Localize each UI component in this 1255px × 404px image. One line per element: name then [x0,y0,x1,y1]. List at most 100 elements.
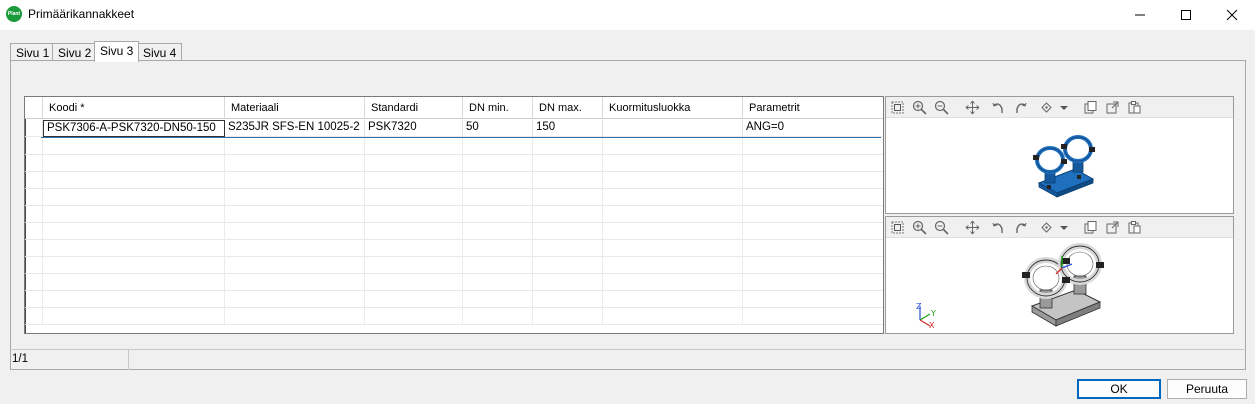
column-header-dn-min[interactable]: DN min. [463,97,533,119]
zoom-extents-button[interactable] [889,219,906,236]
empty-row[interactable] [25,291,883,308]
viewer-preview[interactable]: Z Y X [885,216,1234,334]
table-row[interactable]: PSK7306-A-PSK7320-DN50-150 S235JR SFS-EN… [25,120,883,137]
grid-column-line [462,189,463,206]
grid-column-line [742,257,743,274]
empty-row[interactable] [25,206,883,223]
export-button[interactable] [1104,99,1121,116]
column-header-materiaali[interactable]: Materiaali [225,97,365,119]
grid-column-line [42,223,43,240]
cell-standardi[interactable]: PSK7320 [365,120,463,137]
paste-button[interactable] [1126,219,1143,236]
grid-column-line [224,223,225,240]
cell-parametrit[interactable]: ANG=0 [743,120,883,137]
viewer-scene-preview[interactable]: Z Y X [886,238,1233,333]
grid-column-line [224,291,225,308]
rotate-left-button[interactable] [990,99,1007,116]
grid-column-line [42,155,43,172]
cell-koodi[interactable]: PSK7306-A-PSK7320-DN50-150 [43,120,225,137]
empty-row[interactable] [25,155,883,172]
paste-icon [1128,221,1141,234]
rotate-left-icon [992,102,1003,113]
grid-column-line [742,206,743,223]
grid-column-line [602,291,603,308]
empty-row[interactable] [25,274,883,291]
tab-sivu-3[interactable]: Sivu 3 [94,41,140,62]
minimize-button[interactable] [1117,0,1163,30]
view-mode-dropdown[interactable] [1055,219,1072,236]
cell-dn-max[interactable]: 150 [533,120,603,137]
tab-sivu-4[interactable]: Sivu 4 [137,43,183,61]
view-mode-icon [1041,222,1052,233]
zoom-in-button[interactable] [911,219,928,236]
grid-column-line [742,172,743,189]
tab-sivu-1[interactable]: Sivu 1 [10,43,56,61]
paste-button[interactable] [1126,99,1143,116]
column-header-parametrit[interactable]: Parametrit [743,97,883,119]
rotate-left-button[interactable] [990,219,1007,236]
app-logo-icon: Plant [6,6,22,22]
viewer-selected[interactable] [885,96,1234,214]
zoom-out-button[interactable] [933,219,950,236]
grid-column-line [742,189,743,206]
cell-dn-min[interactable]: 50 [463,120,533,137]
rotate-right-icon [1016,102,1027,113]
pan-button[interactable] [964,219,981,236]
pipe-support-gray-model: Z Y X [916,243,1104,330]
grid-column-line [532,308,533,325]
grid-column-line [602,257,603,274]
rotate-right-button[interactable] [1012,219,1029,236]
row-header[interactable] [25,120,43,137]
empty-row[interactable] [25,257,883,274]
column-header-kuormitusluokka[interactable]: Kuormitusluokka [603,97,743,119]
window-title: Primäärikannakkeet [28,7,135,21]
rotate-right-button[interactable] [1012,99,1029,116]
zoom-out-button[interactable] [933,99,950,116]
column-header-dn-max[interactable]: DN max. [533,97,603,119]
grid-column-line [462,308,463,325]
empty-row[interactable] [25,308,883,325]
grid-column-line [42,189,43,206]
cancel-button[interactable]: Peruuta [1167,379,1247,399]
empty-row[interactable] [25,240,883,257]
zoom-extents-button[interactable] [889,99,906,116]
cell-materiaali[interactable]: S235JR SFS-EN 10025-2 [225,120,365,137]
grid-column-line [462,155,463,172]
rotate-left-icon [992,222,1003,233]
view-mode-dropdown[interactable] [1055,99,1072,116]
zoom-in-button[interactable] [911,99,928,116]
grid-column-line [532,206,533,223]
grid-column-line [224,240,225,257]
zoom-in-icon [912,100,927,115]
empty-row[interactable] [25,189,883,206]
export-icon [1106,101,1119,114]
maximize-button[interactable] [1163,0,1209,30]
grid-column-line [364,291,365,308]
close-icon [1226,9,1238,21]
ok-button[interactable]: OK [1077,379,1161,399]
grid-column-line [364,172,365,189]
copy-button[interactable] [1082,219,1099,236]
svg-text:Y: Y [930,309,936,318]
grid-column-line [532,257,533,274]
cell-kuormitusluokka[interactable] [603,120,743,137]
column-header-koodi[interactable]: Koodi * [43,97,225,119]
tab-sivu-2[interactable]: Sivu 2 [52,43,98,61]
export-button[interactable] [1104,219,1121,236]
grid-column-line [532,291,533,308]
viewer-scene-selected[interactable] [886,118,1233,213]
grid-column-line [462,172,463,189]
column-header-standardi[interactable]: Standardi [365,97,463,119]
data-grid[interactable]: Koodi * Materiaali Standardi DN min. DN … [24,96,884,334]
empty-row[interactable] [25,138,883,155]
grid-column-line [42,172,43,189]
copy-icon [1084,221,1097,234]
empty-row[interactable] [25,223,883,240]
grid-column-line [224,138,225,155]
pan-button[interactable] [964,99,981,116]
close-button[interactable] [1209,0,1255,30]
copy-button[interactable] [1082,99,1099,116]
empty-row[interactable] [25,172,883,189]
view-mode-button[interactable] [1038,99,1055,116]
view-mode-button[interactable] [1038,219,1055,236]
